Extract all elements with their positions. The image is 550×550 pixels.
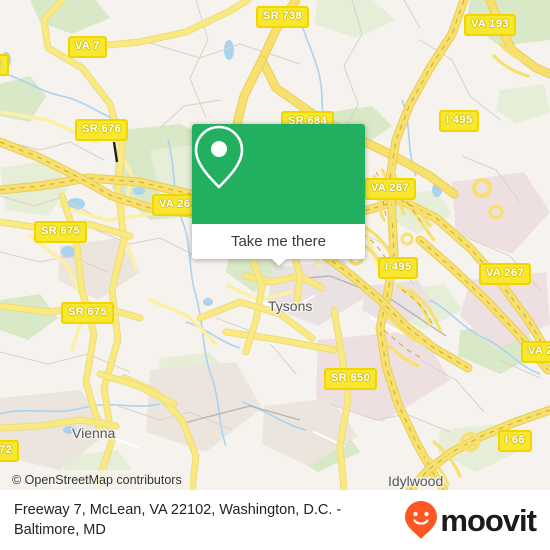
take-me-there-button[interactable]: Take me there	[192, 224, 365, 259]
place-label-tysons: Tysons	[268, 298, 313, 314]
road-shield: I 495	[378, 257, 419, 279]
road-shield: SR 675	[61, 302, 115, 324]
road-shield: VA 267	[364, 178, 416, 200]
take-me-there-label: Take me there	[230, 233, 327, 250]
road-shield: SR 676	[75, 119, 129, 141]
moovit-smiley-pin-icon	[405, 501, 438, 539]
moovit-logo[interactable]: moovit	[404, 500, 537, 540]
road-shield: 2	[0, 54, 9, 76]
road-shield: VA 267	[479, 263, 531, 285]
road-shield: VA 7	[68, 36, 107, 58]
road-shield: SR 738	[256, 6, 310, 28]
place-label-idylwood: Idylwood	[388, 473, 444, 489]
road-shield: 72	[0, 440, 20, 462]
address-text: Freeway 7, McLean, VA 22102, Washington,…	[14, 502, 342, 538]
road-shield: VA 193	[464, 14, 516, 36]
popup-pin-area	[192, 124, 365, 224]
road-shield: VA 2	[521, 341, 550, 363]
footer-bar: Freeway 7, McLean, VA 22102, Washington,…	[0, 490, 550, 550]
map-canvas[interactable]: .wtr { fill:none; stroke:#aad3f0; stroke…	[0, 0, 550, 490]
road-shield: SR 650	[324, 368, 378, 390]
map-pin-icon	[194, 125, 244, 189]
moovit-wordmark: moovit	[440, 502, 537, 538]
popup-body: Take me there	[192, 124, 365, 259]
road-shield: I 66	[498, 430, 532, 452]
page-root: .wtr { fill:none; stroke:#aad3f0; stroke…	[0, 0, 550, 550]
place-label-vienna: Vienna	[72, 425, 116, 441]
road-shield: I 495	[439, 110, 480, 132]
destination-popup[interactable]: Take me there	[192, 124, 365, 266]
road-shield: SR 675	[34, 221, 88, 243]
map-attribution[interactable]: © OpenStreetMap contributors	[0, 470, 190, 490]
popup-tail	[270, 258, 287, 266]
